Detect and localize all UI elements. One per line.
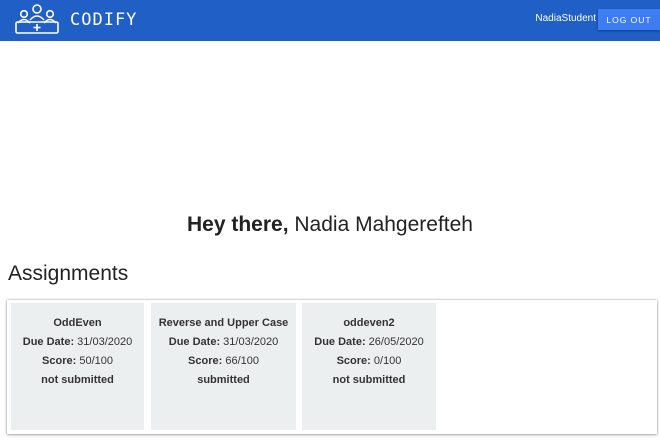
due-date-value: 26/05/2020 xyxy=(368,336,424,348)
submission-status: not submitted xyxy=(332,374,406,386)
greeting: Hey there, Nadia Mahgerefteh xyxy=(0,213,660,237)
score-row: Score: 0/100 xyxy=(302,353,436,372)
submission-status: not submitted xyxy=(41,374,114,386)
assignment-title: Reverse and Upper Case xyxy=(158,317,289,329)
score-value: 0/100 xyxy=(373,355,402,367)
due-date-label: Due Date: xyxy=(22,336,75,348)
assignment-card[interactable]: Reverse and Upper Case Due Date: 31/03/2… xyxy=(151,303,296,430)
brand-title[interactable]: CODIFY xyxy=(70,10,137,30)
student-name: Nadia Mahgerefteh xyxy=(294,213,473,236)
assignments-panel: OddEven Due Date: 31/03/2020 Score: 50/1… xyxy=(7,300,657,434)
assignment-card[interactable]: OddEven Due Date: 31/03/2020 Score: 50/1… xyxy=(11,303,144,430)
score-label: Score: xyxy=(42,355,77,367)
assignment-title: OddEven xyxy=(53,317,102,329)
assignment-card[interactable]: oddeven2 Due Date: 26/05/2020 Score: 0/1… xyxy=(302,303,436,430)
due-date-row: Due Date: 26/05/2020 xyxy=(302,334,436,353)
username-label: NadiaStudent xyxy=(535,13,596,24)
due-date-row: Due Date: 31/03/2020 xyxy=(151,334,296,353)
logout-button[interactable]: LOG OUT xyxy=(598,9,660,30)
score-row: Score: 66/100 xyxy=(151,353,296,372)
due-date-value: 31/03/2020 xyxy=(223,336,279,348)
assignments-heading: Assignments xyxy=(8,262,129,285)
assignment-title: oddeven2 xyxy=(343,317,395,329)
score-value: 50/100 xyxy=(79,355,113,367)
score-label: Score: xyxy=(188,355,223,367)
due-date-value: 31/03/2020 xyxy=(77,336,133,348)
score-value: 66/100 xyxy=(225,355,259,367)
score-label: Score: xyxy=(336,355,371,367)
greeting-prefix: Hey there, xyxy=(186,213,289,236)
score-row: Score: 50/100 xyxy=(11,353,144,372)
people-group-logo-icon[interactable] xyxy=(13,2,61,36)
app-bar: CODIFY NadiaStudent LOG OUT xyxy=(0,0,660,41)
due-date-row: Due Date: 31/03/2020 xyxy=(11,334,144,353)
submission-status: submitted xyxy=(197,374,250,386)
due-date-label: Due Date: xyxy=(168,336,221,348)
due-date-label: Due Date: xyxy=(314,336,366,348)
